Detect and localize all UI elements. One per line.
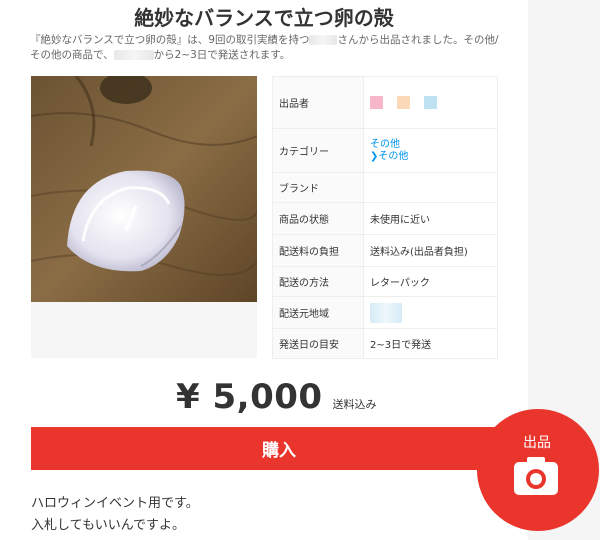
spec-label: カテゴリー [272,128,364,173]
spec-label: ブランド [272,172,364,203]
spec-value-category: その他 ❯その他 [363,128,498,173]
sell-button-label: 出品 [523,435,551,451]
spec-value-ship-days: 2~3日で発送 [363,328,498,359]
spec-value-shipping-fee: 送料込み(出品者負担) [363,234,498,267]
spec-label: 出品者 [272,76,364,129]
sell-floating-button[interactable]: 出品 [477,409,599,531]
item-description: ハロウィンイベント用です。 入札してもいいんですよ。 [31,493,491,537]
spec-label: 商品の状態 [272,202,364,235]
spec-value-seller[interactable] [363,76,498,129]
price-row: ¥ 5,000 送料込み [176,377,377,419]
item-detail-panel: 絶妙なバランスで立つ卵の殻 『絶妙なバランスで立つ卵の殻』は、9回の取引実績を持… [0,0,528,540]
buy-button[interactable]: 購入 [31,427,527,470]
camera-icon [514,457,558,495]
subcategory-label: その他 [378,150,409,162]
spec-row-shipping-method: 配送の方法 レターパック [272,266,498,297]
spec-value-ship-from[interactable] [363,296,498,329]
spec-value-shipping-method: レターパック [363,266,498,297]
spec-label: 配送料の負担 [272,234,364,267]
eggshell-image [31,76,257,358]
item-title: 絶妙なバランスで立つ卵の殻 [134,6,394,30]
spec-label: 発送日の目安 [272,328,364,359]
item-summary: 『絶妙なバランスで立つ卵の殻』は、9回の取引実績を持つ さんから出品されました。そ… [30,33,510,63]
spec-row-brand: ブランド [272,172,498,203]
item-specs-table: 出品者 カテゴリー その他 ❯その他 ブランド 商品の状態 未使用に近い 配送料… [272,76,498,359]
summary-text-4: から2~3日で発送されます。 [153,49,291,61]
redacted-region-link [370,302,402,323]
item-price: ¥ 5,000 [176,377,323,417]
redacted-seller-avatar [370,96,491,109]
spec-row-condition: 商品の状態 未使用に近い [272,202,498,235]
spec-value-condition: 未使用に近い [363,202,498,235]
redacted-seller-name [309,35,338,45]
spec-label: 配送の方法 [272,266,364,297]
spec-label: 配送元地域 [272,296,364,329]
price-shipping-note: 送料込み [332,398,377,411]
summary-text-2: さんから出品されました。その他/ [337,34,499,46]
spec-row-shipping-fee: 配送料の負担 送料込み(出品者負担) [272,234,498,267]
subcategory-link[interactable]: ❯その他 [370,151,491,163]
item-photo[interactable] [31,76,257,358]
description-line: 入札してもいいんですよ。 [31,518,186,533]
description-line: ハロウィンイベント用です。 [31,496,199,511]
summary-text-3: その他の商品で、 [30,49,114,61]
category-link[interactable]: その他 [370,139,491,151]
spec-row-category: カテゴリー その他 ❯その他 [272,128,498,173]
summary-text-1: 『絶妙なバランスで立つ卵の殻』は、9回の取引実績を持つ [30,34,310,46]
spec-row-ship-from: 配送元地域 [272,296,498,329]
spec-value-brand [363,172,498,203]
redacted-region [113,50,154,60]
spec-row-ship-days: 発送日の目安 2~3日で発送 [272,328,498,359]
spec-row-seller: 出品者 [272,76,498,129]
